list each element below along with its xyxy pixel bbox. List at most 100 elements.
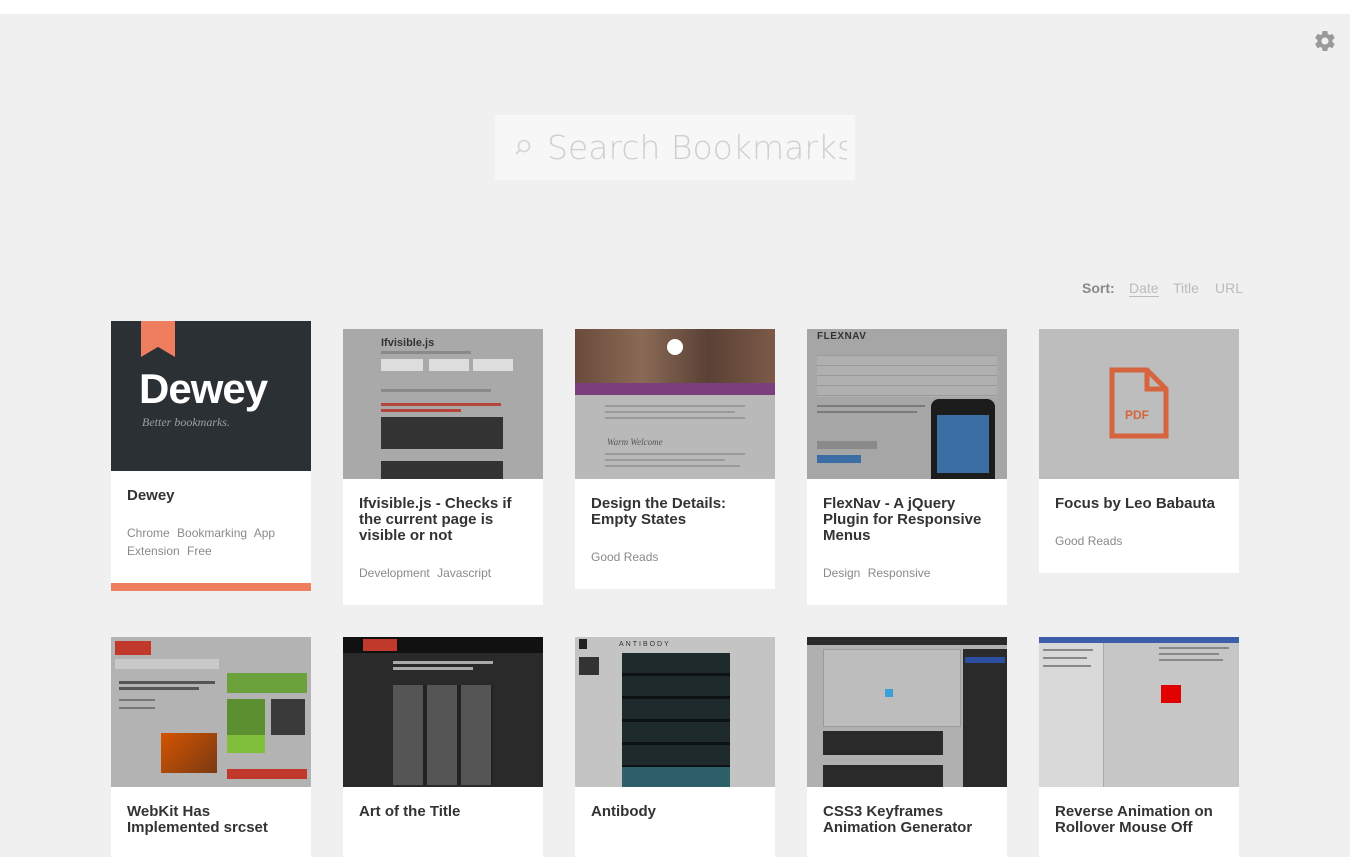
bookmark-card-art-of-the-title[interactable]: Art of the Title [343, 637, 543, 857]
bookmark-title[interactable]: Art of the Title [359, 804, 531, 820]
thumbnail-ad [227, 769, 307, 779]
bookmark-card-webkit-srcset[interactable]: WebKit Has Implemented srcset [111, 637, 311, 857]
tag[interactable]: Development [359, 566, 430, 580]
bookmark-card-css3-keyframes[interactable]: CSS3 Keyframes Animation Generator [807, 637, 1007, 857]
bookmark-card-reverse-animation[interactable]: Reverse Animation on Rollover Mouse Off [1039, 637, 1239, 857]
search-icon [515, 139, 531, 155]
thumbnail-detail [473, 359, 513, 371]
tag[interactable]: Chrome [127, 526, 170, 540]
tag[interactable]: Design [823, 566, 860, 580]
bookmark-thumbnail [111, 637, 311, 787]
thumbnail-nav [115, 659, 219, 669]
thumbnail-canvas [823, 649, 961, 727]
thumbnail-detail [605, 405, 745, 407]
sort-option-date[interactable]: Date [1129, 280, 1159, 297]
thumbnail-logo [115, 641, 151, 655]
search-box[interactable] [495, 115, 855, 180]
thumbnail-detail [885, 689, 893, 697]
tag[interactable]: Free [187, 544, 212, 558]
thumbnail-ad [271, 699, 305, 735]
thumbnail-ad [227, 735, 265, 753]
tag[interactable]: Javascript [437, 566, 491, 580]
thumbnail-tagline: Better bookmarks. [142, 415, 230, 429]
thumbnail-detail [1159, 647, 1229, 649]
thumbnail-photo [575, 329, 775, 383]
thumbnail-phone-screen [937, 415, 989, 473]
gear-icon[interactable] [1313, 29, 1337, 53]
bookmark-thumbnail: Warm Welcome [575, 329, 775, 479]
tag[interactable]: Bookmarking [177, 526, 247, 540]
thumbnail-heading: Ifvisible.js [381, 337, 435, 349]
thumbnail-detail [119, 681, 215, 684]
thumbnail-heading: FLEXNAV [817, 331, 867, 342]
bookmark-title[interactable]: WebKit Has Implemented srcset [127, 804, 299, 836]
thumbnail-detail [381, 409, 461, 412]
thumbnail-table [817, 355, 997, 397]
thumbnail-detail [965, 657, 1005, 663]
thumbnail-detail [381, 359, 423, 371]
thumbnail-code [823, 765, 943, 787]
bookmark-card-antibody[interactable]: ANTIBODY Antibody [575, 637, 775, 857]
thumbnail-detail [605, 453, 745, 455]
thumbnail-demo-box [1161, 685, 1181, 703]
bookmark-title[interactable]: Dewey [127, 488, 299, 504]
bookmark-card-ifvisible[interactable]: Ifvisible.js Ifvisible.js - Checks if th… [343, 329, 543, 605]
thumbnail-detail [1043, 657, 1087, 659]
thumbnail-heading: ANTIBODY [619, 641, 671, 648]
bookmark-card-design-details[interactable]: Warm Welcome Design the Details: Empty S… [575, 329, 775, 589]
active-indicator [111, 583, 311, 591]
thumbnail-code [381, 417, 503, 449]
thumbnail-panel [963, 649, 1007, 787]
thumbnail-ad [227, 699, 265, 735]
sort-option-title[interactable]: Title [1173, 280, 1199, 296]
bookmark-thumbnail: Dewey Better bookmarks. [111, 321, 311, 471]
thumbnail-toolbar [807, 637, 1007, 645]
bookmark-title[interactable]: Focus by Leo Babauta [1055, 496, 1227, 512]
thumbnail-detail [605, 465, 740, 467]
bookmark-title[interactable]: CSS3 Keyframes Animation Generator [823, 804, 995, 836]
bookmark-title[interactable]: Design the Details: Empty States [591, 496, 763, 528]
thumbnail-timeline [823, 731, 943, 755]
thumbnail-detail [119, 699, 155, 701]
tag[interactable]: Good Reads [591, 550, 658, 564]
thumbnail-nav [575, 383, 775, 395]
thumbnail-detail [1159, 653, 1219, 655]
tag[interactable]: Good Reads [1055, 534, 1122, 548]
thumbnail-sidebar [579, 657, 599, 675]
tag[interactable]: Extension [127, 544, 180, 558]
bookmark-thumbnail: PDF [1039, 329, 1239, 479]
bookmark-tags: Chrome Bookmarking App Extension Free [127, 524, 299, 560]
thumbnail-detail [393, 667, 473, 670]
bookmark-thumbnail [1039, 637, 1239, 787]
sort-option-url[interactable]: URL [1215, 280, 1243, 296]
thumbnail-detail [817, 405, 925, 407]
thumbnail-detail [119, 707, 155, 709]
tag[interactable]: App [254, 526, 275, 540]
thumbnail-grid [393, 685, 493, 785]
search-input[interactable] [547, 115, 847, 180]
thumbnail-detail [817, 455, 861, 463]
bookmark-title[interactable]: Antibody [591, 804, 763, 820]
bookmark-card-dewey[interactable]: Dewey Better bookmarks. Dewey Chrome Boo… [111, 321, 311, 591]
top-bar [0, 0, 1350, 14]
thumbnail-logo-text: Dewey [139, 365, 268, 412]
thumbnail-detail [1159, 659, 1223, 661]
bookmark-title[interactable]: FlexNav - A jQuery Plugin for Responsive… [823, 496, 995, 544]
bookmark-thumbnail: FLEXNAV [807, 329, 1007, 479]
bookmark-tags: Development Javascript [359, 564, 531, 582]
thumbnail-detail [381, 389, 491, 392]
bookmark-thumbnail: ANTIBODY [575, 637, 775, 787]
thumbnail-logo [579, 639, 587, 649]
tag[interactable]: Responsive [868, 566, 931, 580]
bookmark-tags: Good Reads [1055, 532, 1227, 550]
pdf-label: PDF [1125, 408, 1149, 422]
bookmark-thumbnail [343, 637, 543, 787]
thumbnail-detail [605, 417, 745, 419]
bookmark-title[interactable]: Reverse Animation on Rollover Mouse Off [1055, 804, 1227, 836]
bookmark-tags: Design Responsive [823, 564, 995, 582]
bookmark-card-focus[interactable]: PDF Focus by Leo Babauta Good Reads [1039, 329, 1239, 573]
bookmark-tags: Good Reads [591, 548, 763, 566]
bookmark-card-flexnav[interactable]: FLEXNAV FlexNav - A jQuery Plugin for Re… [807, 329, 1007, 605]
thumbnail-detail [381, 403, 501, 406]
bookmark-title[interactable]: Ifvisible.js - Checks if the current pag… [359, 496, 531, 544]
